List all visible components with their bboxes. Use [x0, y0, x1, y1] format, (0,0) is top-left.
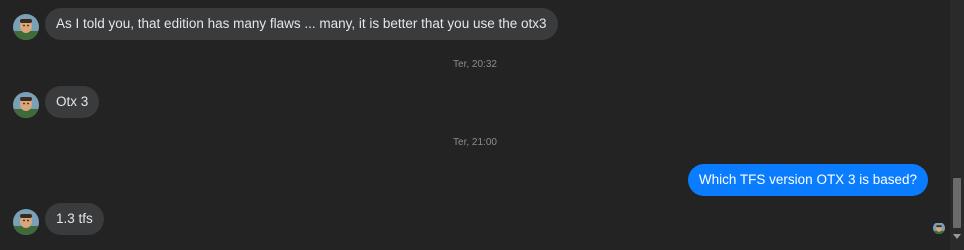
chat-thread: As I told you, that edition has many fla…	[0, 0, 950, 250]
incoming-message-bubble[interactable]: Otx 3	[45, 86, 100, 118]
incoming-message-bubble[interactable]: 1.3 tfs	[45, 203, 104, 235]
contact-avatar-icon[interactable]	[13, 92, 39, 118]
outgoing-message-bubble[interactable]: Which TFS version OTX 3 is based?	[687, 164, 928, 196]
message-timestamp: Ter, 21:00	[453, 137, 497, 148]
message-timestamp: Ter, 20:32	[453, 59, 497, 70]
incoming-message-bubble[interactable]: As I told you, that edition has many fla…	[45, 8, 558, 40]
contact-avatar-icon[interactable]	[13, 209, 39, 235]
seen-receipt-avatar-icon	[933, 222, 945, 234]
scrollbar-thumb[interactable]	[953, 178, 961, 228]
contact-avatar-icon[interactable]	[13, 14, 39, 40]
scroll-down-arrow-icon[interactable]	[953, 234, 961, 239]
chat-scrollbar[interactable]	[950, 0, 964, 250]
